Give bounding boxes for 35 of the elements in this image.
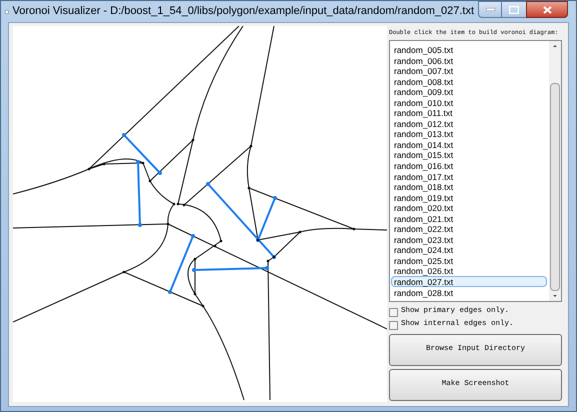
file-list-item[interactable]: random_028.txt [391, 286, 547, 298]
file-list-item[interactable]: random_027.txt [391, 276, 547, 287]
file-list-item[interactable]: random_010.txt [391, 96, 547, 108]
maximize-button[interactable] [502, 1, 526, 18]
file-list-item[interactable]: random_025.txt [391, 254, 547, 266]
close-button[interactable] [526, 1, 568, 18]
file-list-item[interactable]: random_023.txt [391, 234, 547, 244]
file-list-item[interactable]: random_026.txt [391, 265, 547, 276]
window-title: Voronoi Visualizer - D:/boost_1_54_0/libs/polygon/example/input_data/random/random_027.txt [12, 4, 474, 20]
file-list-item[interactable]: random_024.txt [391, 244, 547, 255]
maximize-icon [509, 6, 519, 14]
file-list-item[interactable]: random_015.txt [391, 149, 547, 160]
file-list-item[interactable]: random_012.txt [391, 118, 547, 128]
scrollbar-thumb[interactable] [550, 82, 560, 292]
file-list-item[interactable]: random_007.txt [391, 65, 547, 76]
minimize-icon [486, 8, 494, 11]
file-list-item[interactable]: random_005.txt [391, 44, 547, 55]
file-list-item[interactable]: random_019.txt [391, 192, 547, 202]
file-list-item[interactable]: random_016.txt [391, 160, 547, 171]
scrollbar[interactable] [549, 41, 561, 301]
file-list-item[interactable]: random_008.txt [391, 76, 547, 86]
minimize-button[interactable] [478, 1, 502, 18]
file-list-item[interactable]: random_017.txt [391, 170, 547, 182]
file-list-item[interactable]: random_021.txt [391, 212, 547, 224]
file-list-item[interactable]: random_014.txt [391, 138, 547, 150]
file-list-item[interactable]: random_022.txt [391, 223, 547, 234]
file-list-item[interactable]: random_013.txt [391, 128, 547, 139]
file-list-item[interactable]: random_006.txt [391, 54, 547, 66]
close-icon [542, 6, 552, 14]
file-list-item[interactable]: random_011.txt [391, 107, 547, 118]
file-list-item[interactable]: random_018.txt [391, 181, 547, 192]
file-list-item[interactable]: random_020.txt [391, 202, 547, 213]
checkbox[interactable] [389, 320, 398, 330]
checkbox[interactable] [389, 308, 398, 316]
file-list-item[interactable]: random_009.txt [391, 86, 547, 97]
